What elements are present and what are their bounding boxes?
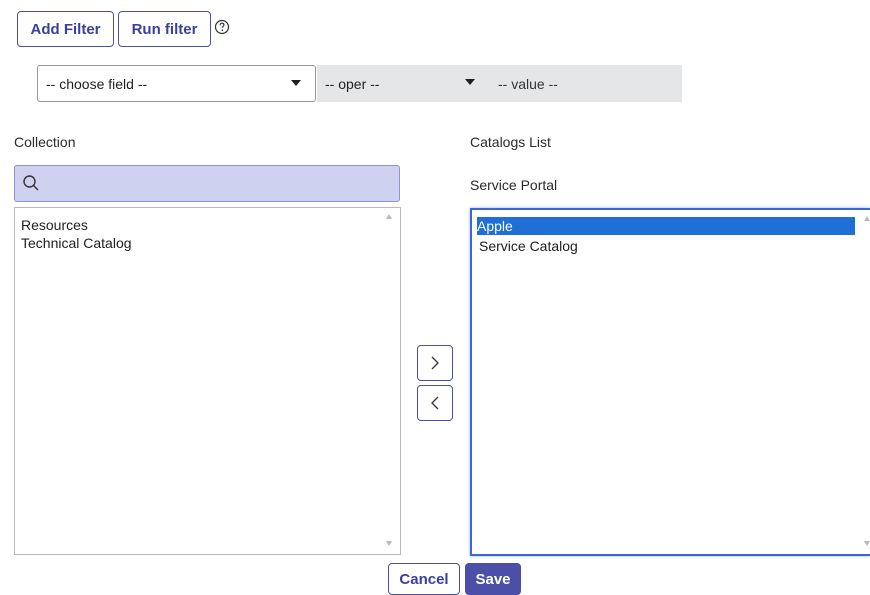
move-right-button[interactable] bbox=[417, 345, 453, 381]
list-item[interactable]: Service Catalog bbox=[479, 237, 578, 255]
field-select-value: -- choose field -- bbox=[46, 75, 148, 92]
catalogs-subheading: Service Portal bbox=[470, 177, 558, 193]
catalogs-heading: Catalogs List bbox=[470, 134, 551, 150]
list-item[interactable]: Resources bbox=[21, 216, 88, 234]
value-field[interactable]: -- value -- bbox=[490, 65, 682, 102]
cancel-button[interactable]: Cancel bbox=[388, 563, 460, 595]
list-item-selected[interactable]: Apple bbox=[477, 217, 855, 235]
add-filter-button[interactable]: Add Filter bbox=[17, 11, 114, 47]
collection-search-input[interactable] bbox=[14, 165, 400, 202]
move-left-button[interactable] bbox=[417, 385, 453, 421]
help-circle-icon[interactable] bbox=[214, 19, 230, 35]
scroll-down-icon[interactable] bbox=[864, 541, 870, 546]
collection-heading: Collection bbox=[14, 134, 76, 150]
chevron-right-icon bbox=[431, 356, 439, 370]
scroll-down-icon[interactable] bbox=[386, 541, 392, 546]
catalogs-list[interactable]: Apple Service Catalog bbox=[470, 208, 870, 556]
search-icon bbox=[23, 175, 39, 191]
list-item[interactable]: Technical Catalog bbox=[21, 234, 132, 252]
operator-select[interactable]: -- oper -- bbox=[317, 65, 490, 102]
scroll-up-icon[interactable] bbox=[386, 214, 392, 219]
value-field-placeholder: -- value -- bbox=[498, 75, 558, 92]
scroll-up-icon[interactable] bbox=[864, 216, 870, 221]
field-select[interactable]: -- choose field -- bbox=[37, 65, 316, 102]
chevron-down-icon bbox=[465, 79, 475, 85]
operator-select-value: -- oper -- bbox=[325, 75, 380, 92]
save-button[interactable]: Save bbox=[465, 563, 521, 595]
chevron-down-icon bbox=[291, 80, 301, 86]
collection-list[interactable]: Resources Technical Catalog bbox=[14, 207, 401, 555]
chevron-left-icon bbox=[431, 396, 439, 410]
run-filter-button[interactable]: Run filter bbox=[118, 11, 211, 47]
list-item-label: Apple bbox=[477, 218, 513, 234]
